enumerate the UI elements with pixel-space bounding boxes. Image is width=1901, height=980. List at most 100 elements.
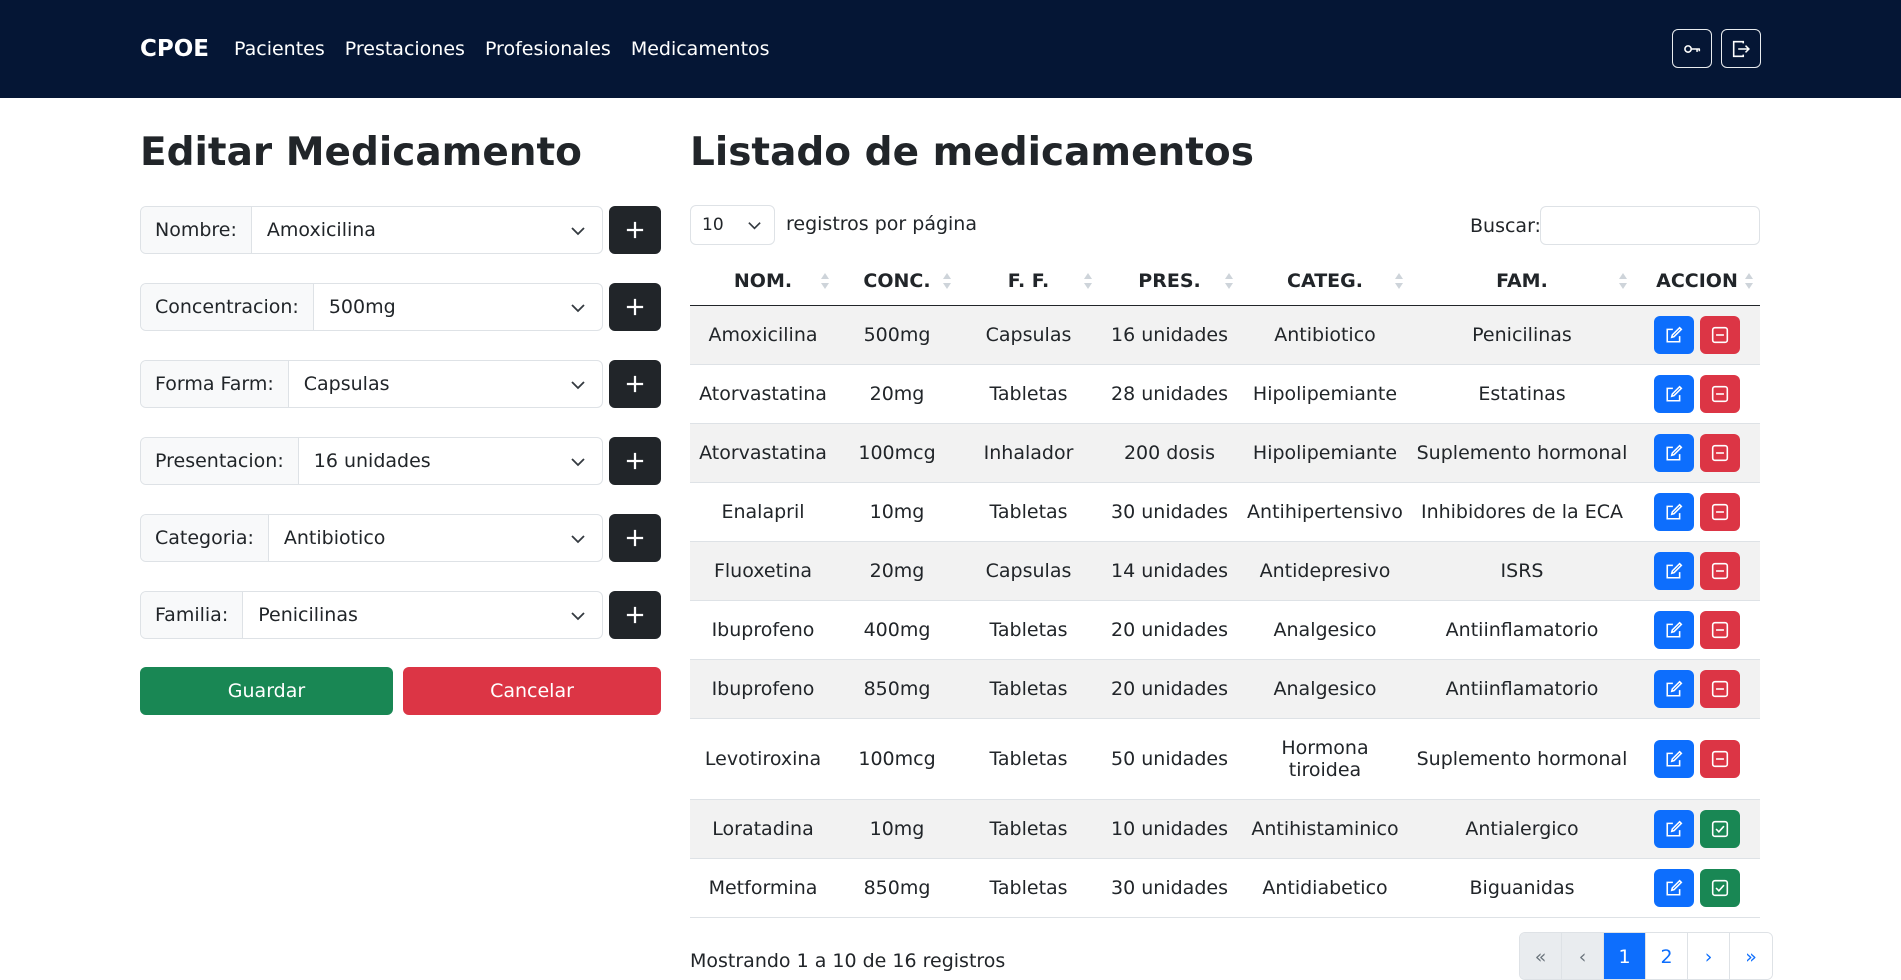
column-header-fam[interactable]: FAM. bbox=[1410, 257, 1634, 306]
cell-conc: 100mcg bbox=[836, 718, 958, 800]
column-header-ff[interactable]: F. F. bbox=[958, 257, 1099, 306]
row-actions bbox=[1638, 315, 1756, 354]
pagination-page-1[interactable]: 1 bbox=[1604, 933, 1646, 979]
familia-select[interactable]: Penicilinas bbox=[243, 592, 602, 638]
add-concentracion-button[interactable] bbox=[609, 283, 661, 331]
cell-categ: Analgesico bbox=[1240, 600, 1410, 660]
activate-button[interactable] bbox=[1700, 868, 1740, 907]
add-categoria-button[interactable] bbox=[609, 514, 661, 562]
table-row: Ibuprofeno 400mg Tabletas 20 unidades Analge… bbox=[690, 600, 1760, 660]
pagination-page-2[interactable]: 2 bbox=[1646, 933, 1688, 979]
chevron-down-icon bbox=[571, 381, 585, 390]
column-header-nom-label: NOM. bbox=[733, 269, 793, 292]
label-nombre: Nombre: bbox=[141, 207, 252, 253]
chevron-down-icon bbox=[571, 612, 585, 621]
brand[interactable]: CPOE bbox=[140, 36, 209, 62]
change-password-button[interactable] bbox=[1672, 29, 1712, 68]
cell-accion bbox=[1634, 541, 1760, 601]
edit-button[interactable] bbox=[1654, 610, 1694, 649]
sort-icon bbox=[1745, 273, 1753, 289]
deactivate-button[interactable] bbox=[1700, 433, 1740, 472]
nombre-select[interactable]: Amoxicilina bbox=[252, 207, 602, 253]
label-forma-farm: Forma Farm: bbox=[141, 361, 289, 407]
column-header-pres[interactable]: PRES. bbox=[1099, 257, 1240, 306]
row-actions bbox=[1638, 433, 1756, 472]
save-button[interactable]: Guardar bbox=[140, 667, 393, 715]
concentracion-select-value: 500mg bbox=[328, 296, 396, 318]
cell-conc: 20mg bbox=[836, 364, 958, 424]
edit-icon bbox=[1666, 879, 1683, 896]
pagination-prev[interactable]: ‹ bbox=[1562, 933, 1604, 979]
row-actions bbox=[1638, 610, 1756, 649]
deactivate-button[interactable] bbox=[1700, 739, 1740, 778]
edit-icon bbox=[1666, 385, 1683, 402]
forma-farm-select[interactable]: Capsulas bbox=[289, 361, 602, 407]
cell-fam: Antiinflamatorio bbox=[1410, 600, 1634, 660]
row-actions bbox=[1638, 374, 1756, 413]
cell-ff: Tabletas bbox=[958, 600, 1099, 660]
form-row-presentacion: Presentacion: 16 unidades bbox=[140, 437, 661, 485]
column-header-accion[interactable]: ACCION bbox=[1634, 257, 1760, 306]
edit-button[interactable] bbox=[1654, 669, 1694, 708]
add-presentacion-button[interactable] bbox=[609, 437, 661, 485]
cell-fam: Penicilinas bbox=[1410, 305, 1634, 365]
nav-link-profesionales[interactable]: Profesionales bbox=[485, 38, 611, 60]
edit-icon bbox=[1666, 444, 1683, 461]
page-length-value: 10 bbox=[702, 215, 724, 235]
cell-ff: Inhalador bbox=[958, 423, 1099, 483]
nav-link-pacientes[interactable]: Pacientes bbox=[234, 38, 325, 60]
nav-link-medicamentos[interactable]: Medicamentos bbox=[631, 38, 770, 60]
pagination-first[interactable]: « bbox=[1520, 933, 1562, 979]
edit-button[interactable] bbox=[1654, 739, 1694, 778]
dash-square-icon bbox=[1711, 680, 1729, 697]
logout-button[interactable] bbox=[1721, 29, 1761, 68]
table-row: Metformina 850mg Tabletas 30 unidades Antidi… bbox=[690, 858, 1760, 918]
cell-categ: Hipolipemiante bbox=[1240, 364, 1410, 424]
edit-button[interactable] bbox=[1654, 492, 1694, 531]
edit-button[interactable] bbox=[1654, 433, 1694, 472]
table-header-row: NOM. CONC. F. F. PRES. CATEG. FAM. ACCIO… bbox=[690, 257, 1760, 306]
add-familia-button[interactable] bbox=[609, 591, 661, 639]
row-actions bbox=[1638, 868, 1756, 907]
page-length-select[interactable]: 10 bbox=[690, 205, 775, 245]
deactivate-button[interactable] bbox=[1700, 610, 1740, 649]
pagination-next[interactable]: › bbox=[1688, 933, 1730, 979]
nav-link-prestaciones[interactable]: Prestaciones bbox=[345, 38, 465, 60]
search-input[interactable] bbox=[1540, 206, 1760, 245]
pagination-last[interactable]: » bbox=[1730, 933, 1772, 979]
edit-button[interactable] bbox=[1654, 315, 1694, 354]
activate-button[interactable] bbox=[1700, 809, 1740, 848]
label-presentacion: Presentacion: bbox=[141, 438, 299, 484]
deactivate-button[interactable] bbox=[1700, 315, 1740, 354]
column-header-conc[interactable]: CONC. bbox=[836, 257, 958, 306]
deactivate-button[interactable] bbox=[1700, 492, 1740, 531]
column-header-nom[interactable]: NOM. bbox=[690, 257, 836, 306]
cancel-button[interactable]: Cancelar bbox=[403, 667, 661, 715]
table-row: Atorvastatina 20mg Tabletas 28 unidades Hipo… bbox=[690, 364, 1760, 424]
deactivate-button[interactable] bbox=[1700, 551, 1740, 590]
plus-icon bbox=[626, 529, 644, 547]
cell-accion bbox=[1634, 718, 1760, 800]
edit-icon bbox=[1666, 326, 1683, 343]
presentacion-select[interactable]: 16 unidades bbox=[299, 438, 602, 484]
edit-button[interactable] bbox=[1654, 551, 1694, 590]
add-nombre-button[interactable] bbox=[609, 206, 661, 254]
deactivate-button[interactable] bbox=[1700, 374, 1740, 413]
cell-nom: Levotiroxina bbox=[690, 718, 836, 800]
categoria-select[interactable]: Antibiotico bbox=[269, 515, 602, 561]
dash-square-icon bbox=[1711, 562, 1729, 579]
cell-accion bbox=[1634, 659, 1760, 719]
add-forma-farm-button[interactable] bbox=[609, 360, 661, 408]
cell-categ: Antihistaminico bbox=[1240, 799, 1410, 859]
column-header-categ[interactable]: CATEG. bbox=[1240, 257, 1410, 306]
edit-button[interactable] bbox=[1654, 809, 1694, 848]
edit-button[interactable] bbox=[1654, 374, 1694, 413]
table-row: Fluoxetina 20mg Capsulas 14 unidades Antidep… bbox=[690, 541, 1760, 601]
edit-button[interactable] bbox=[1654, 868, 1694, 907]
cell-ff: Tabletas bbox=[958, 659, 1099, 719]
concentracion-select[interactable]: 500mg bbox=[314, 284, 602, 330]
cell-ff: Capsulas bbox=[958, 305, 1099, 365]
cell-nom: Atorvastatina bbox=[690, 423, 836, 483]
deactivate-button[interactable] bbox=[1700, 669, 1740, 708]
cell-accion bbox=[1634, 600, 1760, 660]
